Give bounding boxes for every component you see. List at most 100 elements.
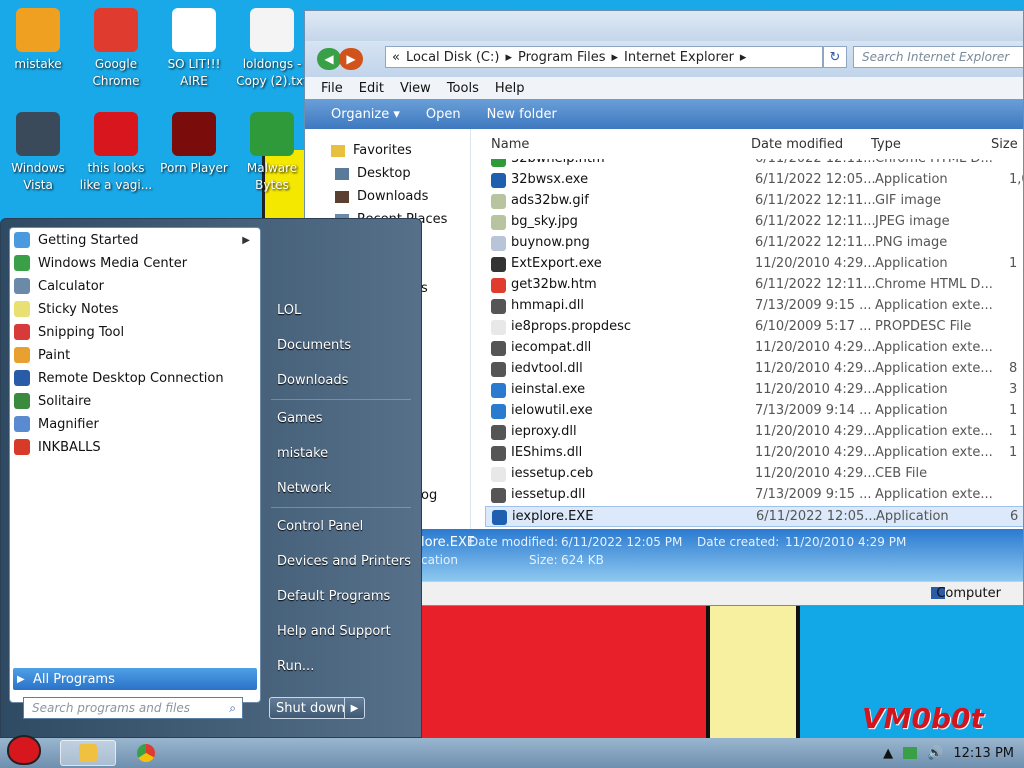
file-row[interactable]: iessetup.dll 7/13/2009 9:15 ... Applicatio…	[485, 485, 1023, 506]
shutdown-options-icon[interactable]: ▶	[344, 698, 364, 718]
file-name: iedvtool.dll	[511, 361, 583, 376]
desktop-icon-7[interactable]: Malware Bytes	[234, 112, 310, 194]
start-right-item[interactable]: Control Panel	[277, 519, 363, 534]
desktop-icon-label: Malware Bytes	[246, 161, 298, 192]
file-name: iessetup.dll	[511, 487, 586, 502]
menu-view[interactable]: View	[400, 81, 431, 96]
column-date-modified[interactable]: Date modified	[751, 137, 843, 152]
file-row[interactable]: hmmapi.dll 7/13/2009 9:15 ... Application …	[485, 296, 1023, 317]
file-row[interactable]: bg_sky.jpg 6/11/2022 12:11... JPEG image	[485, 212, 1023, 233]
start-right-item[interactable]: Default Programs	[277, 589, 390, 604]
menu-tools[interactable]: Tools	[447, 81, 479, 96]
column-type[interactable]: Type	[871, 137, 901, 152]
text-file-icon	[250, 8, 294, 52]
file-row[interactable]: ExtExport.exe 11/20/2010 4:29... Applicati…	[485, 254, 1023, 275]
address-input[interactable]: « Local Disk (C:) ▸ Program Files ▸ Inte…	[385, 46, 823, 68]
chevron-right-icon[interactable]: ▸	[505, 50, 512, 65]
nav-favorites[interactable]: Favorites	[331, 143, 412, 158]
file-row[interactable]: iecompat.dll 11/20/2010 4:29... Applicatio…	[485, 338, 1023, 359]
file-row[interactable]: ieinstal.exe 11/20/2010 4:29... Applicatio…	[485, 380, 1023, 401]
file-row[interactable]: get32bw.htm 6/11/2022 12:11... Chrome HTML…	[485, 275, 1023, 296]
open-button[interactable]: Open	[426, 107, 461, 122]
address-segment[interactable]: Internet Explorer	[624, 50, 734, 65]
organize-button[interactable]: Organize ▾	[331, 107, 400, 122]
desktop-icon-0[interactable]: mistake	[0, 8, 76, 73]
file-icon	[491, 341, 506, 356]
file-type: Chrome HTML D...	[875, 159, 993, 166]
details-date-created: 11/20/2010 4:29 PM	[785, 535, 907, 549]
network-icon[interactable]	[903, 747, 918, 759]
file-row[interactable]: iessetup.ceb 11/20/2010 4:29... CEB File	[485, 464, 1023, 485]
back-button[interactable]: ◀	[317, 48, 341, 70]
desktop-icon-6[interactable]: Porn Player	[156, 112, 232, 177]
program-item[interactable]: Remote Desktop Connection	[14, 367, 260, 389]
explorer-titlebar[interactable]	[305, 11, 1023, 41]
file-row[interactable]: ielowutil.exe 7/13/2009 9:14 ... Applicati…	[485, 401, 1023, 422]
chevron-right-icon[interactable]: ▸	[612, 50, 619, 65]
new-folder-button[interactable]: New folder	[487, 107, 557, 122]
desktop-icon-5[interactable]: this looks like a vagi...	[78, 112, 154, 194]
column-name[interactable]: Name	[491, 137, 529, 152]
program-item[interactable]: Solitaire	[14, 390, 260, 412]
start-right-item[interactable]: mistake	[277, 446, 328, 461]
clock[interactable]: 12:13 PM	[953, 746, 1014, 761]
desktop-icon-3[interactable]: loldongs - Copy (2).txt	[234, 8, 310, 90]
all-programs-button[interactable]: All Programs	[13, 668, 257, 690]
file-row[interactable]: iedvtool.dll 11/20/2010 4:29... Applicatio…	[485, 359, 1023, 380]
file-row[interactable]: iexplore.EXE 6/11/2022 12:05... Applicatio…	[485, 506, 1023, 527]
column-size[interactable]: Size	[991, 137, 1018, 152]
taskbar-explorer-button[interactable]	[60, 740, 116, 766]
start-button[interactable]	[0, 732, 48, 768]
desktop-icon-1[interactable]: Google Chrome	[78, 8, 154, 90]
taskbar-chrome-button[interactable]	[118, 740, 174, 766]
nav-item-partial[interactable]: s	[421, 281, 428, 296]
program-item[interactable]: Sticky Notes	[14, 298, 260, 320]
start-right-item[interactable]: Help and Support	[277, 624, 391, 639]
file-size: 1	[1009, 403, 1018, 418]
nav-desktop[interactable]: Desktop	[335, 166, 411, 181]
search-icon[interactable]: ⌕	[229, 701, 236, 716]
start-right-item[interactable]: Documents	[277, 338, 351, 353]
start-right-item[interactable]: Games	[277, 411, 322, 426]
program-item[interactable]: Magnifier	[14, 413, 260, 435]
file-row[interactable]: ieproxy.dll 11/20/2010 4:29... Application…	[485, 422, 1023, 443]
menu-help[interactable]: Help	[495, 81, 525, 96]
file-row[interactable]: buynow.png 6/11/2022 12:11... PNG image	[485, 233, 1023, 254]
forward-button[interactable]: ▶	[339, 48, 363, 70]
start-search-input[interactable]: Search programs and files ⌕	[23, 697, 243, 719]
start-right-item[interactable]: Devices and Printers	[277, 554, 411, 569]
file-row[interactable]: 32bwhelp.htm 6/11/2022 12:11...Chrome HTM…	[485, 159, 1023, 170]
divider	[271, 399, 411, 400]
volume-icon[interactable]: 🔊	[927, 746, 943, 761]
program-item[interactable]: INKBALLS	[14, 436, 260, 458]
start-right-item[interactable]: Network	[277, 481, 331, 496]
chevron-right-icon[interactable]: ▸	[740, 50, 747, 65]
start-right-item[interactable]: Downloads	[277, 373, 348, 388]
nav-item-partial[interactable]: og	[421, 488, 437, 503]
address-segment[interactable]: Program Files	[518, 50, 606, 65]
start-right-item[interactable]: Run...	[277, 659, 314, 674]
shutdown-button[interactable]: Shut down ▶	[269, 697, 365, 719]
file-row[interactable]: ie8props.propdesc 6/10/2009 5:17 ... PROPD…	[485, 317, 1023, 338]
refresh-icon[interactable]: ↻	[823, 46, 847, 68]
file-size: 1,0	[1009, 172, 1023, 187]
file-row[interactable]: 32bwsx.exe 6/11/2022 12:05... Application 1…	[485, 170, 1023, 191]
program-item[interactable]: Getting Started ▶	[14, 229, 260, 251]
search-input[interactable]: Search Internet Explorer	[853, 46, 1023, 68]
program-item[interactable]: Windows Media Center	[14, 252, 260, 274]
menu-edit[interactable]: Edit	[359, 81, 384, 96]
address-segment[interactable]: Local Disk (C:)	[406, 50, 499, 65]
menu-file[interactable]: File	[321, 81, 343, 96]
program-item[interactable]: Paint	[14, 344, 260, 366]
show-hidden-icons-icon[interactable]: ▲	[883, 746, 893, 761]
file-icon	[491, 299, 506, 314]
program-item[interactable]: Snipping Tool	[14, 321, 260, 343]
details-size-label: Size:	[529, 553, 558, 567]
nav-downloads[interactable]: Downloads	[335, 189, 428, 204]
file-row[interactable]: IEShims.dll 11/20/2010 4:29... Application…	[485, 443, 1023, 464]
program-item[interactable]: Calculator	[14, 275, 260, 297]
desktop-icon-2[interactable]: SO LIT!!! AIRE	[156, 8, 232, 90]
file-row[interactable]: ads32bw.gif 6/11/2022 12:11... GIF image	[485, 191, 1023, 212]
start-right-item[interactable]: LOL	[277, 303, 301, 318]
desktop-icon-4[interactable]: Windows Vista	[0, 112, 76, 194]
